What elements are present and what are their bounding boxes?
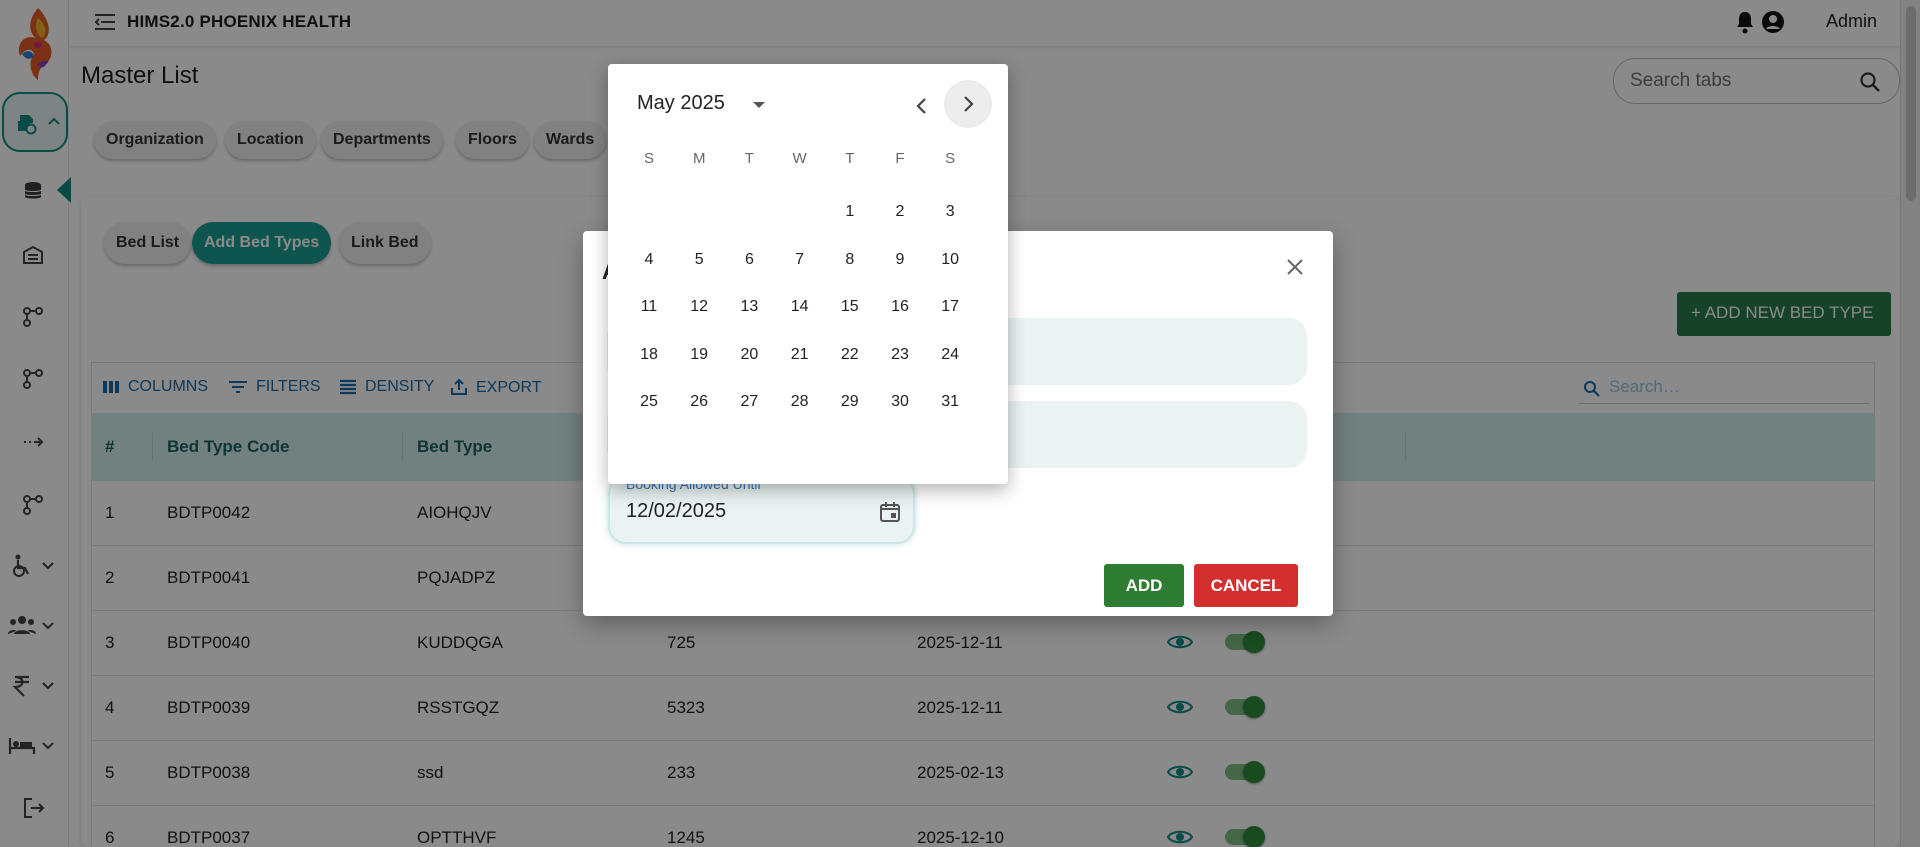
previous-month-button[interactable] <box>902 86 942 126</box>
day-cell[interactable]: 18 <box>629 335 669 375</box>
day-cell[interactable]: 19 <box>679 335 719 375</box>
add-button[interactable]: ADD <box>1104 564 1184 607</box>
cancel-button[interactable]: CANCEL <box>1194 564 1298 607</box>
day-cell[interactable]: 11 <box>629 287 669 327</box>
weekday-label: S <box>643 150 654 167</box>
close-icon[interactable] <box>1283 255 1307 279</box>
day-cell[interactable]: 26 <box>679 382 719 422</box>
day-cell[interactable]: 31 <box>930 382 970 422</box>
day-cell[interactable]: 22 <box>830 335 870 375</box>
day-cell[interactable]: 4 <box>629 240 669 280</box>
day-cell[interactable]: 30 <box>880 382 920 422</box>
day-cell[interactable]: 23 <box>880 335 920 375</box>
day-cell[interactable]: 27 <box>729 382 769 422</box>
day-cell[interactable]: 10 <box>930 240 970 280</box>
weekday-label: S <box>945 150 956 167</box>
weekday-label: T <box>744 150 754 167</box>
day-cell[interactable]: 13 <box>729 287 769 327</box>
chevron-left-icon <box>916 98 926 114</box>
weekday-label: T <box>845 150 855 167</box>
month-year-label[interactable]: May 2025 <box>637 92 725 115</box>
day-cell[interactable]: 15 <box>830 287 870 327</box>
calendar-icon[interactable] <box>878 500 902 524</box>
caret-down-icon[interactable] <box>748 94 770 116</box>
day-cell[interactable]: 1 <box>830 192 870 232</box>
booking-allowed-until-field[interactable]: Booking Allowed Until 12/02/2025 <box>608 476 915 544</box>
chevron-right-icon <box>964 96 974 112</box>
day-cell[interactable]: 29 <box>830 382 870 422</box>
day-cell[interactable]: 21 <box>780 335 820 375</box>
day-cell[interactable]: 5 <box>679 240 719 280</box>
day-cell[interactable]: 25 <box>629 382 669 422</box>
date-picker-popover: May 2025 S M T W T F S 1 2 3 4 5 6 7 8 9 10 11 12 13 14 15 16 1… <box>608 64 1008 484</box>
day-cell[interactable]: 16 <box>880 287 920 327</box>
day-cell[interactable]: 8 <box>830 240 870 280</box>
day-cell[interactable]: 17 <box>930 287 970 327</box>
day-cell[interactable]: 12 <box>679 287 719 327</box>
weekday-label: W <box>792 150 807 167</box>
day-cell[interactable]: 9 <box>880 240 920 280</box>
weekday-label: F <box>895 150 905 167</box>
day-cell[interactable]: 20 <box>729 335 769 375</box>
next-month-button[interactable] <box>944 80 992 128</box>
day-cell[interactable]: 14 <box>780 287 820 327</box>
day-cell[interactable]: 3 <box>930 192 970 232</box>
booking-allowed-until-value[interactable]: 12/02/2025 <box>626 500 726 523</box>
weekday-label: M <box>692 150 706 167</box>
day-cell[interactable]: 6 <box>729 240 769 280</box>
day-cell[interactable]: 7 <box>780 240 820 280</box>
day-cell[interactable]: 28 <box>780 382 820 422</box>
day-cell[interactable]: 24 <box>930 335 970 375</box>
day-cell[interactable]: 2 <box>880 192 920 232</box>
